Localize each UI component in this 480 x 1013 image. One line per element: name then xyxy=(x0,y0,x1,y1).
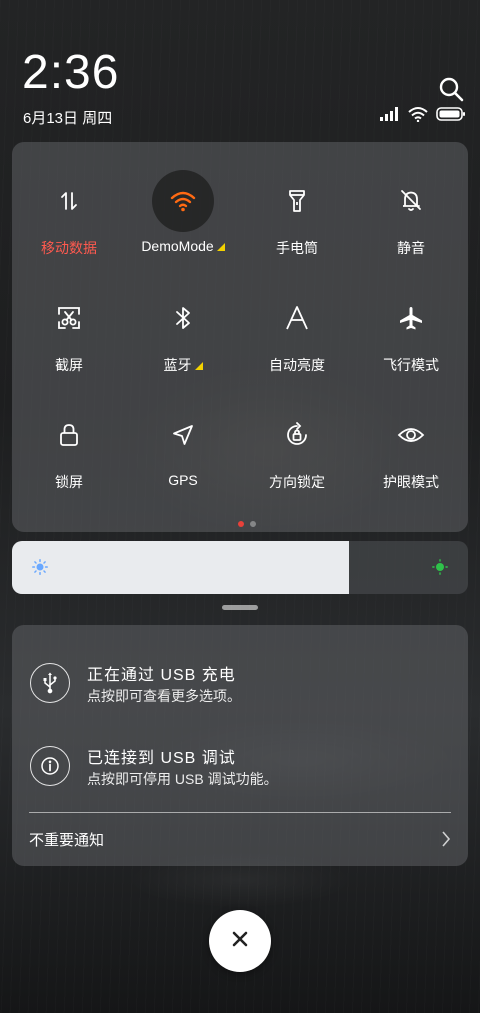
signal-icon xyxy=(380,106,400,126)
unimportant-notifications-row[interactable]: 不重要通知 xyxy=(29,829,451,851)
notification-subtitle: 点按即可查看更多选项。 xyxy=(87,688,241,704)
tile-label: DemoMode xyxy=(141,238,225,254)
flashlight-icon xyxy=(266,170,328,232)
tile-lock[interactable]: 锁屏 xyxy=(12,376,126,493)
clock[interactable]: 2:36 xyxy=(22,46,119,100)
tile-label-text: 移动数据 xyxy=(41,240,97,256)
tile-label-text: 方向锁定 xyxy=(269,474,325,490)
unimportant-label: 不重要通知 xyxy=(29,832,105,849)
mute-bell-icon xyxy=(380,170,442,232)
lock-icon xyxy=(38,404,100,466)
tile-label-text: 护眼模式 xyxy=(383,474,439,490)
brightness-fill xyxy=(12,541,350,594)
close-icon xyxy=(231,930,249,953)
eye-icon xyxy=(380,404,442,466)
page-dot[interactable] xyxy=(238,521,244,527)
tile-gps[interactable]: GPS xyxy=(126,376,240,493)
page-indicator xyxy=(238,521,256,527)
tile-label-text: 自动亮度 xyxy=(269,357,325,373)
tile-label: 静音 xyxy=(397,238,425,258)
usb-icon xyxy=(30,663,70,703)
tile-screenshot[interactable]: 截屏 xyxy=(12,259,126,376)
notification-title: 已连接到 USB 调试 xyxy=(87,750,236,767)
tile-label: GPS xyxy=(168,472,198,488)
tile-label-text: 飞行模式 xyxy=(383,357,439,373)
search-icon[interactable] xyxy=(438,76,464,102)
tile-label-text: 静音 xyxy=(397,240,425,256)
tile-label-text: 锁屏 xyxy=(55,474,83,490)
mobile-data-icon xyxy=(38,170,100,232)
tile-airplane[interactable]: 飞行模式 xyxy=(354,259,468,376)
chevron-right-icon xyxy=(441,831,451,852)
status-icons xyxy=(380,106,466,126)
tile-rotation-lock[interactable]: 方向锁定 xyxy=(240,376,354,493)
tile-label-text: GPS xyxy=(168,472,198,488)
date[interactable]: 6月13日 周四 xyxy=(23,107,112,128)
tile-label: 移动数据 xyxy=(41,238,97,258)
drag-handle[interactable] xyxy=(222,605,258,610)
info-icon xyxy=(30,746,70,786)
page-dot[interactable] xyxy=(250,521,256,527)
airplane-icon xyxy=(380,287,442,349)
tile-label-text: 手电筒 xyxy=(276,240,318,256)
tile-auto-brightness[interactable]: 自动亮度 xyxy=(240,259,354,376)
brightness-low-icon xyxy=(32,559,48,580)
tile-flashlight[interactable]: 手电筒 xyxy=(240,142,354,259)
divider xyxy=(29,812,451,813)
tile-label: 锁屏 xyxy=(55,472,83,492)
notification-usb-debugging[interactable]: 已连接到 USB 调试 点按即可停用 USB 调试功能。 xyxy=(12,740,468,812)
screenshot-icon xyxy=(38,287,100,349)
tile-label: 飞行模式 xyxy=(383,355,439,375)
tile-label-text: 蓝牙 xyxy=(163,357,192,373)
tile-mute-bell[interactable]: 静音 xyxy=(354,142,468,259)
tile-label: 自动亮度 xyxy=(269,355,325,375)
tile-bluetooth[interactable]: 蓝牙 xyxy=(126,259,240,376)
status-header: 2:36 6月13日 周四 xyxy=(0,0,480,140)
tile-eye[interactable]: 护眼模式 xyxy=(354,376,468,493)
notification-panel: 正在通过 USB 充电 点按即可查看更多选项。 已连接到 USB 调试 点按即可… xyxy=(12,625,468,866)
battery-icon xyxy=(436,106,466,126)
quick-settings-panel: 移动数据 DemoMode 手电筒 静音截屏 蓝牙 自动亮度 飞行模式锁屏 GPS 方向锁定 护眼… xyxy=(12,142,468,532)
brightness-high-icon xyxy=(432,559,448,580)
tile-mobile-data[interactable]: 移动数据 xyxy=(12,142,126,259)
notification-title: 正在通过 USB 充电 xyxy=(87,667,236,684)
auto-brightness-icon xyxy=(266,287,328,349)
tile-label: 护眼模式 xyxy=(383,472,439,492)
gps-icon xyxy=(152,404,214,466)
notification-subtitle: 点按即可停用 USB 调试功能。 xyxy=(87,771,278,787)
rotation-lock-icon xyxy=(266,404,328,466)
tile-label: 截屏 xyxy=(55,355,83,375)
tile-label: 方向锁定 xyxy=(269,472,325,492)
clear-all-button[interactable] xyxy=(209,910,271,972)
brightness-slider[interactable] xyxy=(12,541,468,594)
expand-arrow-icon xyxy=(216,243,225,251)
tile-wifi[interactable]: DemoMode xyxy=(126,142,240,259)
wifi-icon xyxy=(152,170,214,232)
tile-label: 蓝牙 xyxy=(164,355,203,375)
tile-label-text: 截屏 xyxy=(55,357,83,373)
expand-arrow-icon xyxy=(194,362,203,370)
tile-label: 手电筒 xyxy=(276,238,318,258)
bluetooth-icon xyxy=(152,287,214,349)
notification-usb-charging[interactable]: 正在通过 USB 充电 点按即可查看更多选项。 xyxy=(12,657,468,729)
wifi-status-icon xyxy=(408,106,428,127)
tile-label-text: DemoMode xyxy=(141,238,214,254)
